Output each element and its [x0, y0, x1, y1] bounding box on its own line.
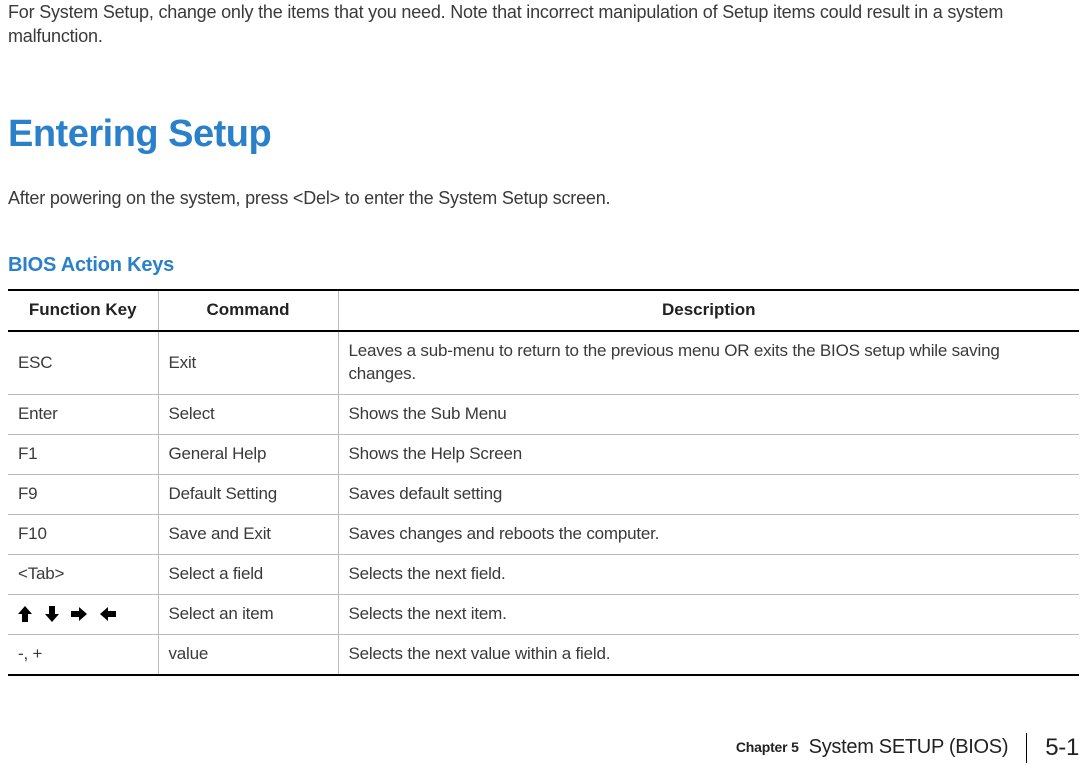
arrow-right-icon: [71, 607, 87, 621]
table-row: -, + value Selects the next value within…: [8, 634, 1079, 674]
footer-page-number: 5-1: [1045, 732, 1079, 764]
cell-key: F1: [8, 434, 158, 474]
cell-key-arrows: [8, 594, 158, 634]
page-footer: Chapter 5 System SETUP (BIOS) 5-1: [736, 732, 1079, 764]
table-row: F1 General Help Shows the Help Screen: [8, 434, 1079, 474]
cell-description: Leaves a sub-menu to return to the previ…: [338, 331, 1079, 394]
header-description: Description: [338, 290, 1079, 331]
cell-command: Select: [158, 395, 338, 435]
cell-key: F9: [8, 474, 158, 514]
arrow-up-icon: [18, 606, 32, 622]
footer-chapter: Chapter 5: [736, 738, 799, 757]
cell-key: F10: [8, 514, 158, 554]
table-row: F10 Save and Exit Saves changes and rebo…: [8, 514, 1079, 554]
arrow-down-icon: [45, 606, 59, 622]
cell-command: Default Setting: [158, 474, 338, 514]
cell-command: value: [158, 634, 338, 674]
cell-command: Select an item: [158, 594, 338, 634]
intro-paragraph: For System Setup, change only the items …: [8, 0, 1079, 49]
cell-description: Shows the Help Screen: [338, 434, 1079, 474]
cell-description: Saves default setting: [338, 474, 1079, 514]
table-header-row: Function Key Command Description: [8, 290, 1079, 331]
table-row: F9 Default Setting Saves default setting: [8, 474, 1079, 514]
table-row: ESC Exit Leaves a sub-menu to return to …: [8, 331, 1079, 394]
cell-command: Save and Exit: [158, 514, 338, 554]
footer-title: System SETUP (BIOS): [809, 734, 1009, 761]
bios-action-keys-table: Function Key Command Description ESC Exi…: [8, 289, 1079, 675]
cell-command: Select a field: [158, 554, 338, 594]
cell-command: Exit: [158, 331, 338, 394]
body-paragraph: After powering on the system, press <Del…: [8, 186, 1079, 210]
cell-key: ESC: [8, 331, 158, 394]
header-command: Command: [158, 290, 338, 331]
footer-divider: [1026, 733, 1027, 763]
cell-description: Saves changes and reboots the computer.: [338, 514, 1079, 554]
cell-description: Selects the next field.: [338, 554, 1079, 594]
cell-description: Selects the next item.: [338, 594, 1079, 634]
cell-description: Selects the next value within a field.: [338, 634, 1079, 674]
cell-command: General Help: [158, 434, 338, 474]
heading-entering-setup: Entering Setup: [8, 109, 1079, 160]
table-row: Enter Select Shows the Sub Menu: [8, 395, 1079, 435]
cell-key: Enter: [8, 395, 158, 435]
subheading-bios-keys: BIOS Action Keys: [8, 252, 1079, 279]
cell-description: Shows the Sub Menu: [338, 395, 1079, 435]
table-row: Select an item Selects the next item.: [8, 594, 1079, 634]
cell-key: -, +: [8, 634, 158, 674]
arrow-left-icon: [100, 607, 116, 621]
header-function-key: Function Key: [8, 290, 158, 331]
cell-key: <Tab>: [8, 554, 158, 594]
table-row: <Tab> Select a field Selects the next fi…: [8, 554, 1079, 594]
